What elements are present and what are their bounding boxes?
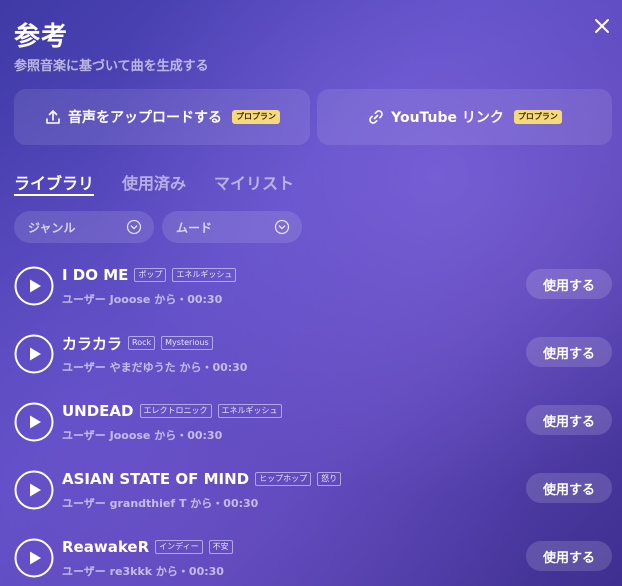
track-meta: ユーザー grandthief T から・00:30	[62, 497, 259, 510]
page-subtitle: 参照音楽に基づいて曲を生成する	[14, 59, 209, 74]
track-tag: ヒップホップ	[255, 472, 312, 486]
track-tag: Mysterious	[161, 336, 213, 350]
pro-plan-badge: プロプラン	[232, 110, 280, 124]
tab-library[interactable]: ライブラリ	[14, 170, 95, 196]
track-title: カラカラ	[62, 334, 123, 353]
play-icon	[14, 266, 54, 306]
use-track-button[interactable]: 使用する	[526, 541, 612, 571]
track-meta: ユーザー re3kkk から・00:30	[62, 565, 224, 578]
track-meta: ユーザー Jooose から・00:30	[62, 293, 223, 306]
track-tag: インディー	[155, 540, 203, 554]
track-title-line: I DO ME ポップ エネルギッシュ	[62, 265, 237, 285]
play-button[interactable]	[14, 538, 54, 578]
play-icon	[14, 334, 54, 374]
chevron-down-icon	[274, 219, 290, 235]
library-tabs: ライブラリ 使用済み マイリスト	[14, 170, 322, 196]
track-title: ReawakeR	[62, 538, 150, 556]
track-tag: Rock	[128, 336, 156, 350]
tab-used[interactable]: 使用済み	[122, 170, 186, 196]
use-track-button[interactable]: 使用する	[526, 473, 612, 503]
track-title: ASIAN STATE OF MIND	[62, 470, 250, 488]
page-title: 参考	[14, 22, 69, 52]
track-title: I DO ME	[62, 266, 129, 284]
track-tag: エレクトロニック	[139, 404, 212, 418]
upload-audio-button[interactable]: 音声をアップロードする プロプラン	[14, 89, 310, 145]
upload-audio-label: 音声をアップロードする	[68, 110, 222, 126]
use-track-button[interactable]: 使用する	[526, 337, 612, 367]
youtube-link-label: YouTube リンク	[391, 110, 504, 126]
mood-dropdown[interactable]: ムード	[162, 211, 302, 243]
track-meta: ユーザー やまだゆうた から・00:30	[62, 361, 248, 374]
track-title: UNDEAD	[62, 402, 134, 420]
pro-plan-badge: プロプラン	[513, 110, 562, 124]
upload-options: 音声をアップロードする プロプラン YouTube リンク プロプラン	[14, 89, 612, 145]
close-icon	[595, 19, 609, 33]
track-row: ReawakeR インディー 不安 ユーザー re3kkk から・00:30 使…	[14, 537, 612, 581]
track-row: I DO ME ポップ エネルギッシュ ユーザー Jooose から・00:30…	[14, 265, 612, 309]
play-icon	[14, 402, 54, 442]
track-meta: ユーザー Jooose から・00:30	[62, 429, 223, 442]
chevron-down-icon	[126, 219, 142, 235]
play-button[interactable]	[14, 266, 54, 306]
track-row: カラカラ Rock Mysterious ユーザー やまだゆうた から・00:3…	[14, 333, 612, 377]
track-title-line: ReawakeR インディー 不安	[62, 537, 233, 557]
track-title-line: ASIAN STATE OF MIND ヒップホップ 怒り	[62, 469, 342, 489]
play-button[interactable]	[14, 470, 54, 510]
track-tag: エネルギッシュ	[217, 404, 282, 418]
link-icon	[367, 108, 385, 126]
mood-dropdown-label: ムード	[176, 220, 213, 235]
track-tag: エネルギッシュ	[172, 268, 237, 282]
track-title-line: カラカラ Rock Mysterious	[62, 333, 213, 353]
use-track-button[interactable]: 使用する	[526, 269, 612, 299]
play-button[interactable]	[14, 402, 54, 442]
reference-panel: 参考 参照音楽に基づいて曲を生成する 音声をアップロードする プロプラン You…	[0, 0, 622, 586]
youtube-link-button[interactable]: YouTube リンク プロプラン	[317, 89, 612, 145]
play-icon	[14, 470, 54, 510]
play-button[interactable]	[14, 334, 54, 374]
track-row: UNDEAD エレクトロニック エネルギッシュ ユーザー Jooose から・0…	[14, 401, 612, 445]
track-tag: ポップ	[134, 268, 167, 282]
track-tag: 怒り	[317, 472, 342, 486]
track-tag: 不安	[208, 540, 233, 554]
track-row: ASIAN STATE OF MIND ヒップホップ 怒り ユーザー grand…	[14, 469, 612, 513]
tab-my-list[interactable]: マイリスト	[214, 170, 294, 196]
play-icon	[14, 538, 54, 578]
track-title-line: UNDEAD エレクトロニック エネルギッシュ	[62, 401, 282, 421]
close-button[interactable]	[590, 14, 614, 38]
genre-dropdown-label: ジャンル	[28, 220, 76, 235]
use-track-button[interactable]: 使用する	[526, 405, 612, 435]
genre-dropdown[interactable]: ジャンル	[14, 211, 154, 243]
upload-icon	[44, 108, 62, 126]
